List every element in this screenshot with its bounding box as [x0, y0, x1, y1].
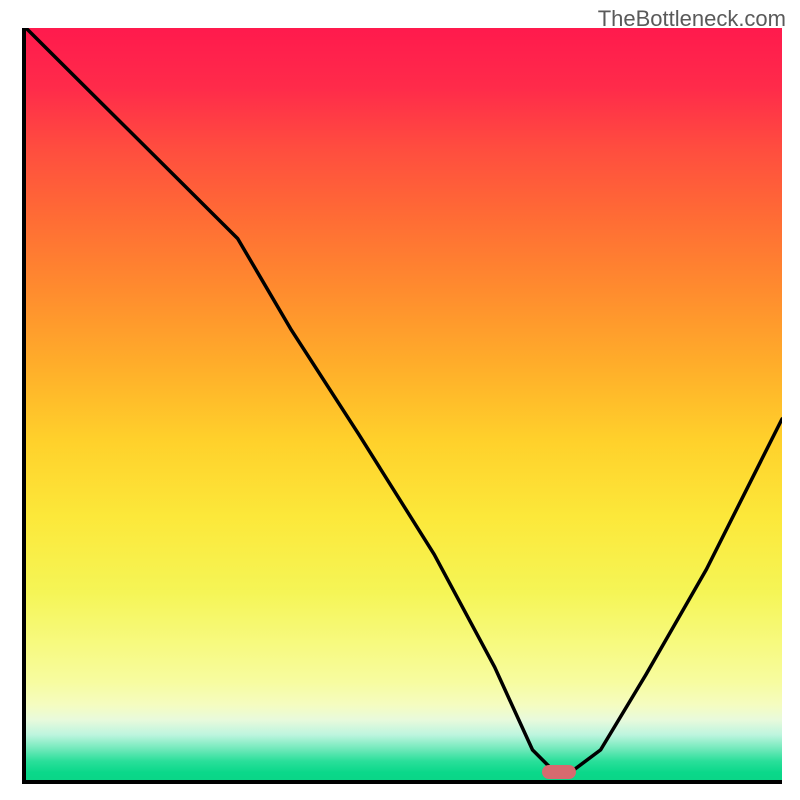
watermark-text: TheBottleneck.com: [598, 6, 786, 32]
chart-container: TheBottleneck.com: [0, 0, 800, 800]
bottleneck-curve: [26, 28, 782, 780]
plot-area: [22, 28, 782, 784]
optimal-marker: [542, 765, 576, 779]
